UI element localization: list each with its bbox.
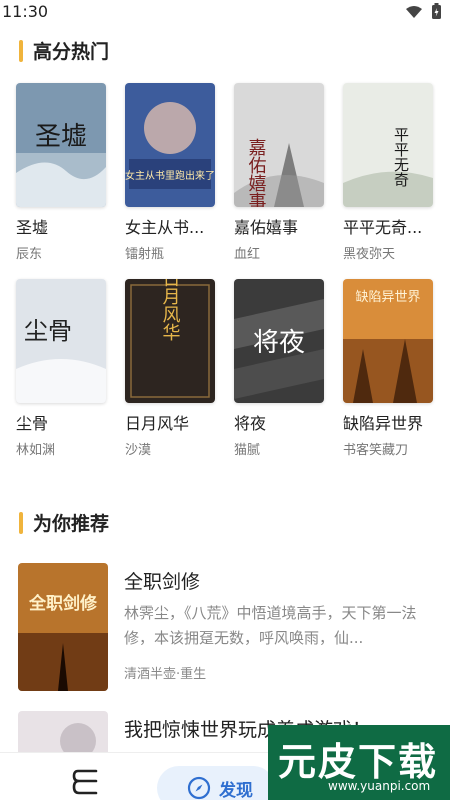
book-card[interactable]: 平平无奇 平平无奇... 黑夜弥天 [343,83,433,262]
book-cover[interactable]: 将夜 [234,279,324,403]
book-cover-text: 平平无奇 [392,127,410,187]
book-cover-art: 尘骨 [16,279,106,403]
book-card[interactable]: 圣墟 圣墟 辰东 [16,83,106,262]
book-cover[interactable]: 圣墟 [16,83,106,207]
book-title[interactable]: 将夜 [234,410,324,434]
book-title[interactable]: 圣墟 [16,214,106,238]
book-cover-text: 尘骨 [24,317,72,345]
section-accent-bar [19,511,23,534]
status-icons [405,3,442,20]
recommend-item[interactable]: 全职剑修 全职剑修 林霁尘，《八荒》中悟道境高手，天下第一法修，本该拥趸无数，呼… [18,563,433,691]
watermark-title: 元皮下载 [278,740,439,784]
book-author: 辰东 [16,247,43,262]
wifi-icon [406,5,422,18]
book-cover-art: 缺陷异世界 [343,279,433,403]
book-title[interactable]: 平平无奇... [343,214,433,238]
book-title[interactable]: 缺陷异世界 [343,410,433,434]
section-accent-bar [19,39,23,62]
book-author: 镭射瓶 [125,247,165,262]
book-author: 林如渊 [16,443,56,458]
book-cover-art: 日月风华 [125,279,215,403]
recommend-cover-art [18,711,108,756]
book-cover[interactable]: 尘骨 [16,279,106,403]
nav-discover-tab[interactable]: 发现 [157,766,275,800]
book-author: 血红 [234,247,261,262]
book-card[interactable]: 尘骨 尘骨 林如渊 [16,279,106,458]
book-author: 书客笑藏刀 [343,443,409,458]
recommend-meta: 清酒半壶·重生 [124,667,207,682]
book-card[interactable]: 嘉佑嬉事 嘉佑嬉事 血红 [234,83,324,262]
book-cover[interactable]: 缺陷异世界 [343,279,433,403]
book-card[interactable]: 日月风华 日月风华 沙漠 [125,279,215,458]
book-cover[interactable]: 女主从书里跑出来了 [125,83,215,207]
book-cover-art: 嘉佑嬉事 [234,83,324,207]
section-hot-title: 高分热门 [33,41,110,63]
book-cover-art: 平平无奇 [343,83,433,207]
book-title[interactable]: 尘骨 [16,410,106,434]
book-cover-text: 女主从书里跑出来了 [125,169,215,182]
battery-icon [432,3,441,19]
status-time: 11:30 [2,2,49,21]
compass-icon [187,776,211,800]
recommend-title[interactable]: 全职剑修 [124,567,200,594]
book-cover-text: 日月风华 [160,279,181,341]
recommend-cover[interactable] [18,711,108,756]
bookshelf-icon[interactable] [70,767,104,800]
book-author: 黑夜弥天 [343,247,396,262]
book-card[interactable]: 将夜 将夜 猫腻 [234,279,324,458]
watermark-logo: 元皮下载 www.yuanpi.com [268,725,450,800]
book-cover[interactable]: 日月风华 [125,279,215,403]
book-cover-art: 将夜 [234,279,324,403]
section-recommend-header: 为你推荐 [19,509,109,536]
book-cover-text: 圣墟 [35,122,87,152]
book-cover-text: 嘉佑嬉事 [246,138,267,207]
book-cover-text: 将夜 [253,328,305,358]
recommend-cover-art: 全职剑修 [18,563,108,691]
book-card[interactable]: 女主从书里跑出来了 女主从书... 镭射瓶 [125,83,215,262]
book-cover-art: 女主从书里跑出来了 [125,83,215,207]
nav-discover-label[interactable]: 发现 [219,776,253,800]
book-title[interactable]: 日月风华 [125,410,215,434]
watermark-url: www.yuanpi.com [328,779,431,793]
section-recommend-title: 为你推荐 [33,513,110,535]
recommend-description: 林霁尘，《八荒》中悟道境高手，天下第一法修，本该拥趸无数，呼风唤雨，仙... [124,604,417,647]
section-hot-header: 高分热门 [19,37,109,64]
book-title[interactable]: 嘉佑嬉事 [234,214,324,238]
book-cover[interactable]: 嘉佑嬉事 [234,83,324,207]
book-cover-art: 圣墟 [16,83,106,207]
status-bar: 11:30 [0,0,450,24]
book-title[interactable]: 女主从书... [125,214,215,238]
book-card[interactable]: 缺陷异世界 缺陷异世界 书客笑藏刀 [343,279,433,458]
book-author: 猫腻 [234,443,261,458]
book-cover[interactable]: 平平无奇 [343,83,433,207]
book-cover-text: 缺陷异世界 [355,290,420,305]
book-author: 沙漠 [125,443,152,458]
recommend-cover-text: 全职剑修 [28,593,98,614]
recommend-cover[interactable]: 全职剑修 [18,563,108,691]
